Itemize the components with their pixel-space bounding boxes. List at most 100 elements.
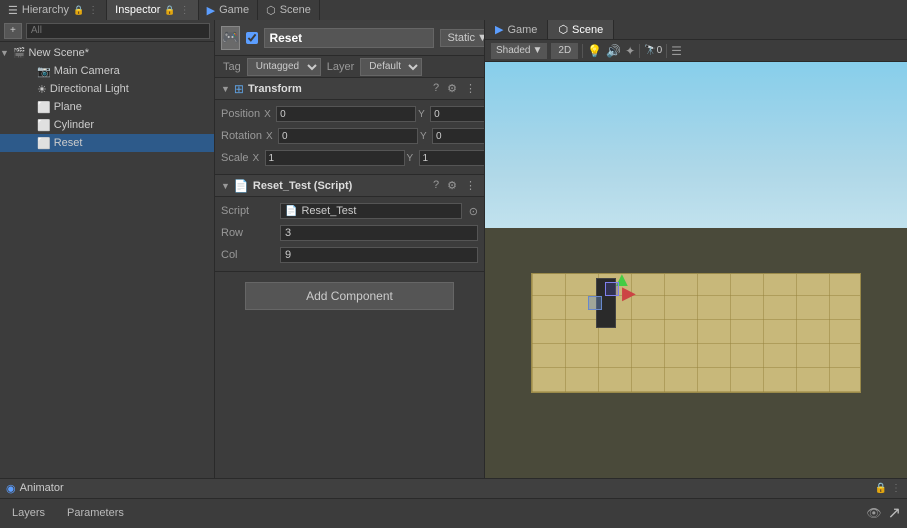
grid-settings-icon[interactable]: ☰ (671, 44, 682, 58)
hierarchy-panel: + ▼ 🎬 New Scene* 📷 Main Camera ☀ Directi… (0, 20, 215, 478)
toolbar-divider-3 (666, 44, 667, 58)
script-component-header[interactable]: ▼ 📄 Reset_Test (Script) ? ⚙ ⋮ (215, 175, 484, 197)
scene-icon: 🎬 (13, 48, 25, 59)
rotation-y-label: Y (420, 131, 430, 142)
add-component-label: Add Component (306, 289, 393, 303)
row-input[interactable] (280, 225, 478, 241)
position-x-input[interactable] (276, 106, 416, 122)
scene-toolbar: Shaded ▼ 2D 💡 🔊 ✦ 🔭0 ☰ (485, 40, 907, 62)
script-help-button[interactable]: ? (431, 179, 441, 192)
transform-actions: ? ⚙ ⋮ (431, 82, 478, 95)
position-y-label: Y (418, 109, 428, 120)
static-button[interactable]: Static ▼ (440, 29, 485, 47)
hierarchy-item-main-camera[interactable]: 📷 Main Camera (0, 62, 214, 80)
add-component-button[interactable]: Add Component (245, 282, 454, 310)
scene-view[interactable]: ▲ ▶ (485, 62, 907, 478)
hierarchy-scene-root[interactable]: ▼ 🎬 New Scene* (0, 44, 214, 62)
tag-select[interactable]: Untagged (247, 58, 321, 76)
animator-header: ◉ Animator 🔒 ⋮ (0, 479, 907, 499)
selection-indicator (588, 296, 602, 310)
position-y-input[interactable] (430, 106, 484, 122)
cylinder-label: Cylinder (54, 119, 94, 131)
animator-eye-icon[interactable]: 👁 (866, 506, 881, 520)
static-arrow-icon: ▼ (477, 32, 485, 44)
tab-scene[interactable]: ⬡ Scene (258, 0, 320, 20)
shaded-dropdown[interactable]: Shaded ▼ (491, 43, 547, 59)
tab-inspector[interactable]: Inspector 🔒 ⋮ (107, 0, 198, 20)
game-view-icon: ▶ (495, 23, 503, 36)
inspector-content: ▼ ⊞ Transform ? ⚙ ⋮ Position X (215, 78, 484, 478)
layer-select[interactable]: Default (360, 58, 422, 76)
tab-game[interactable]: ▶ Game (199, 0, 258, 20)
audio-icon[interactable]: 🔊 (606, 44, 621, 58)
scene-view-tab[interactable]: ⬡ Scene (548, 20, 614, 39)
gizmo-label: 🔭0 (644, 45, 662, 56)
hierarchy-item-cylinder[interactable]: ⬜ Cylinder (0, 116, 214, 134)
script-more-button[interactable]: ⋮ (463, 179, 478, 192)
rotation-x-input[interactable] (278, 128, 418, 144)
gizmo-z-plane (605, 282, 619, 296)
script-file-icon: 📄 (285, 206, 297, 217)
animator-parameters-label: Parameters (67, 507, 124, 519)
script-expand-arrow: ▼ (221, 181, 230, 191)
transform-component-header[interactable]: ▼ ⊞ Transform ? ⚙ ⋮ (215, 78, 484, 100)
twod-label: 2D (558, 45, 571, 56)
position-inputs: X Y Z (264, 106, 484, 122)
scale-y-label: Y (407, 153, 417, 164)
scale-x-field: X (253, 150, 405, 166)
hierarchy-tab-label: Hierarchy (22, 4, 69, 16)
col-label: Col (221, 249, 276, 261)
add-component-row: Add Component (215, 272, 484, 320)
script-settings-button[interactable]: ⚙ (445, 179, 459, 192)
light-icon[interactable]: 💡 (587, 44, 602, 58)
main-area: + ▼ 🎬 New Scene* 📷 Main Camera ☀ Directi… (0, 20, 907, 478)
object-name-input[interactable] (264, 28, 434, 48)
scale-label: Scale (221, 152, 249, 164)
hierarchy-more-icon[interactable]: ⋮ (88, 5, 98, 16)
col-input[interactable] (280, 247, 478, 263)
transform-more-button[interactable]: ⋮ (463, 82, 478, 95)
static-label: Static (447, 32, 475, 44)
game-view-tab[interactable]: ▶ Game (485, 20, 548, 39)
hierarchy-item-plane[interactable]: ⬜ Plane (0, 98, 214, 116)
inspector-panel: 🎮 Static ▼ Tag Untagged Layer Default (215, 20, 485, 478)
reset-label: Reset (54, 137, 83, 149)
animator-right: 👁 ↗ (866, 503, 901, 523)
position-row: Position X Y Z (221, 104, 478, 124)
tag-label: Tag (223, 61, 241, 73)
toolbar-divider-2 (639, 44, 640, 58)
object-enabled-checkbox[interactable] (246, 32, 258, 44)
game-view-label: Game (507, 24, 537, 36)
transform-help-button[interactable]: ? (431, 82, 441, 95)
animator-more-icon[interactable]: ⋮ (891, 483, 901, 494)
hierarchy-item-reset[interactable]: ⬜ Reset (0, 134, 214, 152)
script-icon: 📄 (234, 179, 249, 193)
hierarchy-search-input[interactable] (26, 23, 210, 39)
hierarchy-content: ▼ 🎬 New Scene* 📷 Main Camera ☀ Direction… (0, 42, 214, 478)
inspector-more-icon[interactable]: ⋮ (180, 5, 190, 16)
fx-icon[interactable]: ✦ (625, 44, 635, 58)
main-camera-label: Main Camera (54, 65, 120, 77)
scale-y-input[interactable] (419, 150, 484, 166)
hierarchy-item-directional-light[interactable]: ☀ Directional Light (0, 80, 214, 98)
script-col-field: Col (221, 245, 478, 265)
transform-settings-button[interactable]: ⚙ (445, 82, 459, 95)
shaded-arrow: ▼ (532, 45, 542, 56)
scale-x-input[interactable] (265, 150, 405, 166)
cylinder-icon: ⬜ (37, 119, 51, 132)
twod-button[interactable]: 2D (551, 43, 578, 59)
animator-tab-parameters[interactable]: Parameters (61, 505, 130, 521)
tab-hierarchy[interactable]: ☰ Hierarchy 🔒 ⋮ (0, 0, 107, 20)
animator-tab-layers[interactable]: Layers (6, 505, 51, 521)
rotation-x-label: X (266, 131, 276, 142)
position-x-field: X (264, 106, 416, 122)
scale-inputs: X Y Z (253, 150, 484, 166)
animator-content: Layers Parameters 👁 ↗ (0, 499, 907, 528)
script-more-icon[interactable]: ⊙ (469, 205, 478, 218)
script-name-text: Reset_Test (301, 205, 356, 217)
hierarchy-create-button[interactable]: + (4, 23, 22, 39)
top-tab-bar: ☰ Hierarchy 🔒 ⋮ Inspector 🔒 ⋮ ▶ Game ⬡ S… (0, 0, 907, 20)
shaded-label: Shaded (496, 45, 530, 56)
rotation-y-input[interactable] (432, 128, 484, 144)
animator-title: Animator (20, 482, 64, 494)
